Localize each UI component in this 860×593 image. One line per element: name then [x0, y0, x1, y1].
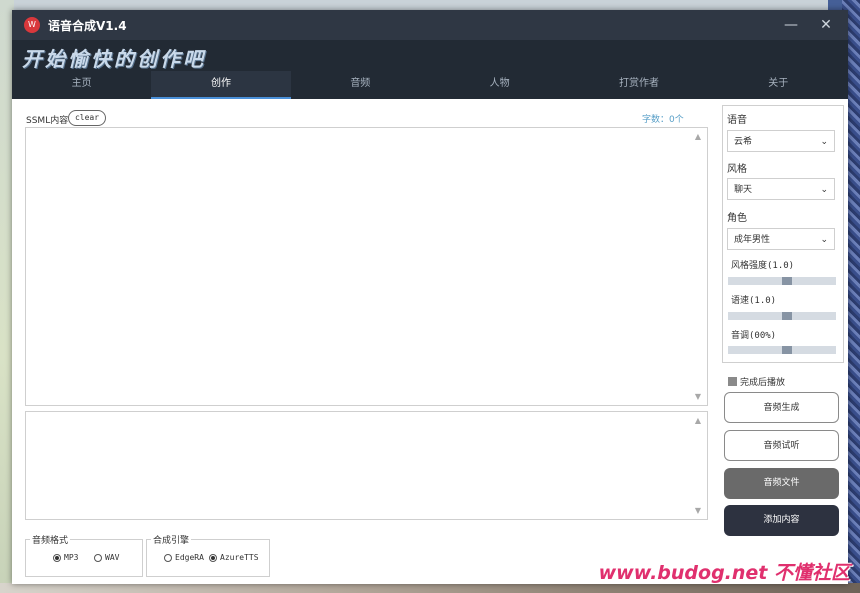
slider-thumb[interactable] — [782, 346, 792, 354]
chevron-down-icon: ⌄ — [820, 235, 828, 245]
radio-edgera-label: EdgeRA — [175, 553, 204, 562]
role-select[interactable]: 成年男性 ⌄ — [727, 228, 835, 250]
app-window: W 语音合成V1.4 — ✕ 开始愉快的创作吧 主页 创作 音频 人物 打赏作者… — [12, 10, 848, 584]
generate-audio-button[interactable]: 音频生成 — [724, 392, 839, 423]
create-page: SSML内容 clear 字数：0个 ▲ ▼ ▲ ▼ 音频格式 MP3 WAV … — [12, 99, 848, 584]
radio-selected-icon — [53, 553, 61, 562]
slider-thumb[interactable] — [782, 277, 792, 285]
radio-azuretts-label: AzureTTS — [220, 553, 259, 562]
slider-thumb[interactable] — [782, 312, 792, 320]
radio-wav[interactable]: WAV — [94, 553, 119, 562]
voice-select[interactable]: 云希 ⌄ — [727, 130, 835, 152]
nav-tabs: 主页 创作 音频 人物 打赏作者 关于 — [12, 71, 848, 99]
ssml-label: SSML内容 — [26, 116, 69, 126]
title-bar[interactable]: W 语音合成V1.4 — ✕ — [12, 10, 848, 40]
watermark: www.budog.net 不懂社区 — [598, 562, 850, 584]
app-logo-icon: W — [24, 17, 40, 33]
radio-wav-label: WAV — [105, 553, 120, 562]
chevron-down-icon: ⌄ — [820, 137, 828, 147]
voice-label: 语音 — [727, 115, 747, 126]
tab-audio[interactable]: 音频 — [291, 71, 430, 99]
style-label: 风格 — [727, 164, 747, 175]
play-after-label: 完成后播放 — [740, 378, 786, 388]
radio-selected-icon — [209, 553, 217, 562]
tab-about[interactable]: 关于 — [709, 71, 848, 99]
radio-mp3[interactable]: MP3 — [53, 553, 78, 562]
tab-characters[interactable]: 人物 — [430, 71, 569, 99]
pitch-label: 音调(00%) — [731, 331, 777, 341]
desktop-top-edge — [0, 0, 860, 10]
role-label: 角色 — [727, 213, 747, 224]
pitch-slider[interactable] — [728, 346, 836, 354]
chevron-down-icon: ⌄ — [820, 185, 828, 195]
rate-slider[interactable] — [728, 312, 836, 320]
style-select-value: 聊天 — [734, 185, 753, 195]
scroll-up-icon[interactable]: ▲ — [693, 132, 703, 141]
radio-mp3-label: MP3 — [64, 553, 79, 562]
tab-home[interactable]: 主页 — [12, 71, 151, 99]
role-select-value: 成年男性 — [734, 235, 771, 245]
audio-format-title: 音频格式 — [30, 533, 71, 546]
checkbox-icon — [728, 377, 737, 386]
play-after-checkbox[interactable]: 完成后播放 — [728, 375, 785, 388]
tab-create[interactable]: 创作 — [151, 71, 291, 99]
style-strength-slider[interactable] — [728, 277, 836, 285]
minimize-button[interactable]: — — [780, 15, 802, 35]
rate-label: 语速(1.0) — [731, 296, 777, 306]
radio-unselected-icon — [164, 553, 172, 562]
clear-button[interactable]: clear — [68, 110, 106, 126]
content-textarea[interactable]: ▲ ▼ — [25, 411, 708, 520]
banner-text: 开始愉快的创作吧 — [22, 47, 206, 71]
radio-azuretts[interactable]: AzureTTS — [209, 553, 259, 562]
synthesis-engine-title: 合成引擎 — [151, 533, 192, 546]
radio-unselected-icon — [94, 553, 102, 562]
synthesis-engine-group: 合成引擎 EdgeRA AzureTTS — [146, 533, 270, 577]
scroll-down-icon[interactable]: ▼ — [693, 506, 703, 515]
char-count: 字数：0个 — [642, 115, 684, 125]
tab-donate[interactable]: 打赏作者 — [569, 71, 708, 99]
scroll-down-icon[interactable]: ▼ — [693, 392, 703, 401]
scroll-up-icon[interactable]: ▲ — [693, 416, 703, 425]
ssml-textarea[interactable]: ▲ ▼ — [25, 127, 708, 406]
radio-edgera[interactable]: EdgeRA — [164, 553, 204, 562]
style-strength-label: 风格强度(1.0) — [731, 261, 795, 271]
add-content-button[interactable]: 添加内容 — [724, 505, 839, 536]
close-button[interactable]: ✕ — [815, 15, 837, 35]
audio-format-group: 音频格式 MP3 WAV — [25, 533, 143, 577]
audio-file-button[interactable]: 音频文件 — [724, 468, 839, 499]
voice-settings-panel: 语音 云希 ⌄ 风格 聊天 ⌄ 角色 成年男性 ⌄ 风格强度(1.0) 语速(1… — [722, 105, 844, 363]
banner: 开始愉快的创作吧 — [12, 40, 848, 71]
preview-audio-button[interactable]: 音频试听 — [724, 430, 839, 461]
voice-select-value: 云希 — [734, 137, 753, 147]
window-title: 语音合成V1.4 — [48, 19, 127, 33]
style-select[interactable]: 聊天 ⌄ — [727, 178, 835, 200]
